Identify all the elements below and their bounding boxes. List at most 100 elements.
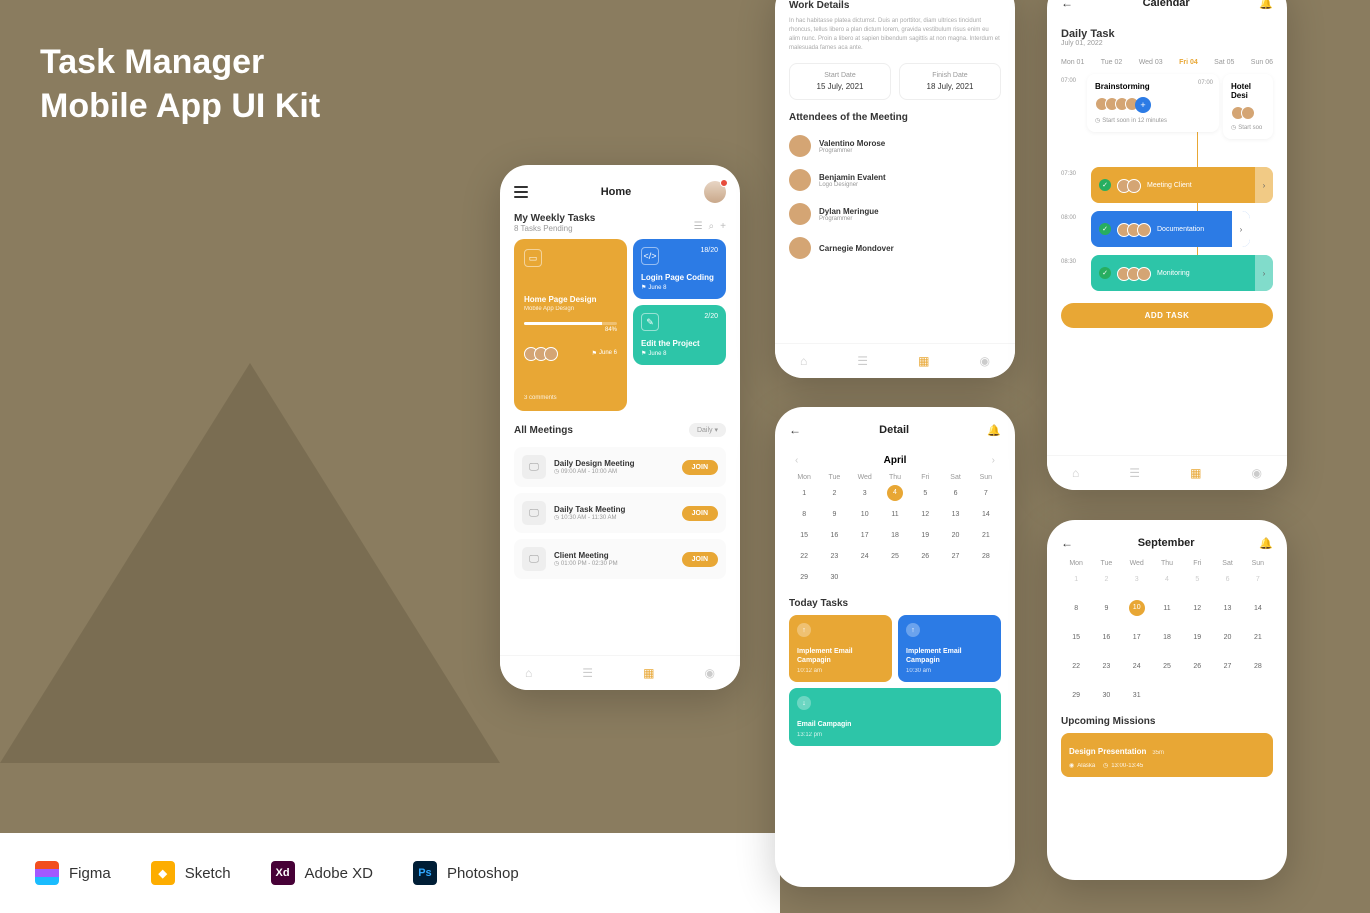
back-arrow-icon[interactable]: ← [1061, 0, 1073, 10]
meeting-item[interactable]: 🖵Daily Design Meeting◷ 09:00 AM - 10:00 … [514, 447, 726, 487]
calendar-day[interactable]: 8 [789, 506, 819, 523]
calendar-day[interactable]: 30 [819, 569, 849, 586]
join-button[interactable]: JOIN [682, 552, 718, 567]
calendar-day[interactable]: 24 [1122, 658, 1152, 675]
slot-monitoring[interactable]: ✓Monitoring› [1091, 255, 1273, 291]
calendar-day[interactable]: 24 [850, 548, 880, 565]
day-tab[interactable]: Mon 01 [1061, 59, 1084, 66]
calendar-day[interactable]: 1 [789, 485, 819, 502]
calendar-day[interactable]: 25 [1152, 658, 1182, 675]
calendar-day[interactable]: 10 [850, 506, 880, 523]
task-card[interactable]: ↓Email Campagin13:12 pm [789, 688, 1001, 746]
meeting-item[interactable]: 🖵Daily Task Meeting◷ 10:30 AM - 11:30 AM… [514, 493, 726, 533]
event-card-hotel[interactable]: Hotel Desi ◷Start soo [1223, 74, 1273, 139]
prev-month-icon[interactable]: ‹ [795, 455, 798, 466]
calendar-day[interactable]: 12 [1182, 600, 1212, 617]
calendar-day[interactable]: 20 [1212, 629, 1242, 646]
calendar-day[interactable]: 19 [1182, 629, 1212, 646]
calendar-day[interactable]: 13 [1212, 600, 1242, 617]
bell-icon[interactable]: 🔔 [987, 424, 1001, 437]
calendar-day[interactable]: 21 [971, 527, 1001, 544]
bell-icon[interactable]: 🔔 [1259, 537, 1273, 550]
calendar-day[interactable]: 2 [819, 485, 849, 502]
task-card[interactable]: ↑Implement Email Campagin10:12 am [789, 615, 892, 682]
calendar-day[interactable]: 10 [1129, 600, 1145, 616]
calendar-day[interactable]: 5 [1182, 571, 1212, 588]
calendar-day[interactable]: 15 [789, 527, 819, 544]
calendar-day[interactable]: 18 [1152, 629, 1182, 646]
start-date-box[interactable]: Start Date15 July, 2021 [789, 63, 891, 100]
slot-documentation[interactable]: ✓Documentation› [1091, 211, 1250, 247]
calendar-day[interactable]: 5 [910, 485, 940, 502]
day-tab[interactable]: Fri 04 [1179, 59, 1198, 66]
attendee-item[interactable]: Benjamin EvalentLogo Designer [789, 163, 1001, 197]
calendar-day[interactable]: 27 [1212, 658, 1242, 675]
nav-profile-icon[interactable]: ◉ [704, 666, 714, 680]
calendar-day[interactable]: 23 [819, 548, 849, 565]
nav-profile-icon[interactable]: ◉ [1251, 466, 1261, 480]
calendar-day[interactable]: 17 [1122, 629, 1152, 646]
calendar-day[interactable]: 26 [910, 548, 940, 565]
task-card-home-design[interactable]: ▭ Home Page Design Mobile App Design 84%… [514, 239, 627, 411]
calendar-day[interactable]: 8 [1061, 600, 1091, 617]
nav-list-icon[interactable]: ☰ [857, 354, 868, 368]
filter-icon[interactable]: ☰ [694, 221, 703, 232]
calendar-day[interactable]: 16 [819, 527, 849, 544]
calendar-day[interactable]: 11 [1152, 600, 1182, 617]
calendar-day[interactable]: 16 [1091, 629, 1121, 646]
daily-filter-pill[interactable]: Daily ▾ [689, 423, 726, 437]
calendar-day[interactable]: 31 [1122, 687, 1152, 704]
calendar-day[interactable]: 3 [1122, 571, 1152, 588]
calendar-day[interactable]: 22 [789, 548, 819, 565]
task-card[interactable]: ↑Implement Email Campagin10:30 am [898, 615, 1001, 682]
nav-home-icon[interactable]: ⌂ [800, 354, 807, 368]
chevron-right-icon[interactable]: › [1255, 167, 1273, 203]
calendar-day[interactable]: 1 [1061, 571, 1091, 588]
task-card-edit-project[interactable]: ✎2/20 Edit the Project ⚑June 8 [633, 305, 726, 365]
calendar-day[interactable]: 21 [1243, 629, 1273, 646]
menu-icon[interactable] [514, 186, 528, 198]
calendar-day[interactable]: 14 [971, 506, 1001, 523]
add-icon[interactable]: + [720, 221, 726, 232]
calendar-day[interactable]: 22 [1061, 658, 1091, 675]
calendar-day[interactable]: 13 [940, 506, 970, 523]
calendar-day[interactable]: 15 [1061, 629, 1091, 646]
calendar-day[interactable]: 7 [1243, 571, 1273, 588]
join-button[interactable]: JOIN [682, 506, 718, 521]
attendee-item[interactable]: Dylan MeringueProgrammer [789, 197, 1001, 231]
bell-icon[interactable]: 🔔 [1259, 0, 1273, 10]
calendar-day[interactable]: 17 [850, 527, 880, 544]
day-tab[interactable]: Wed 03 [1139, 59, 1163, 66]
nav-home-icon[interactable]: ⌂ [1072, 466, 1079, 480]
chevron-right-icon[interactable]: › [1255, 255, 1273, 291]
calendar-day[interactable]: 29 [1061, 687, 1091, 704]
task-card-login-coding[interactable]: </>18/20 Login Page Coding ⚑June 8 [633, 239, 726, 299]
back-arrow-icon[interactable]: ← [789, 423, 801, 437]
mission-card[interactable]: Design Presentation35m ◉Alaska ◷13:00-13… [1061, 733, 1273, 777]
add-attendee-icon[interactable]: + [1135, 97, 1151, 113]
calendar-day[interactable]: 26 [1182, 658, 1212, 675]
attendee-item[interactable]: Valentino MoroseProgrammer [789, 129, 1001, 163]
calendar-day[interactable]: 6 [1212, 571, 1242, 588]
calendar-day[interactable]: 6 [940, 485, 970, 502]
calendar-day[interactable]: 4 [887, 485, 903, 501]
calendar-day[interactable]: 28 [1243, 658, 1273, 675]
slot-meeting-client[interactable]: ✓Meeting Client› [1091, 167, 1273, 203]
add-task-button[interactable]: ADD TASK [1061, 303, 1273, 328]
join-button[interactable]: JOIN [682, 460, 718, 475]
nav-calendar-icon[interactable]: ▦ [918, 354, 929, 368]
avatar[interactable] [704, 181, 726, 203]
calendar-day[interactable]: 11 [880, 506, 910, 523]
calendar-day[interactable]: 25 [880, 548, 910, 565]
nav-calendar-icon[interactable]: ▦ [1190, 466, 1201, 480]
calendar-day[interactable]: 30 [1091, 687, 1121, 704]
calendar-day[interactable]: 23 [1091, 658, 1121, 675]
attendee-item[interactable]: Carnegie Mondover [789, 231, 1001, 265]
nav-home-icon[interactable]: ⌂ [525, 666, 532, 680]
meeting-item[interactable]: 🖵Client Meeting◷ 01:00 PM - 02:30 PMJOIN [514, 539, 726, 579]
calendar-day[interactable]: 27 [940, 548, 970, 565]
calendar-day[interactable]: 20 [940, 527, 970, 544]
nav-profile-icon[interactable]: ◉ [979, 354, 989, 368]
calendar-day[interactable]: 9 [819, 506, 849, 523]
calendar-day[interactable]: 12 [910, 506, 940, 523]
